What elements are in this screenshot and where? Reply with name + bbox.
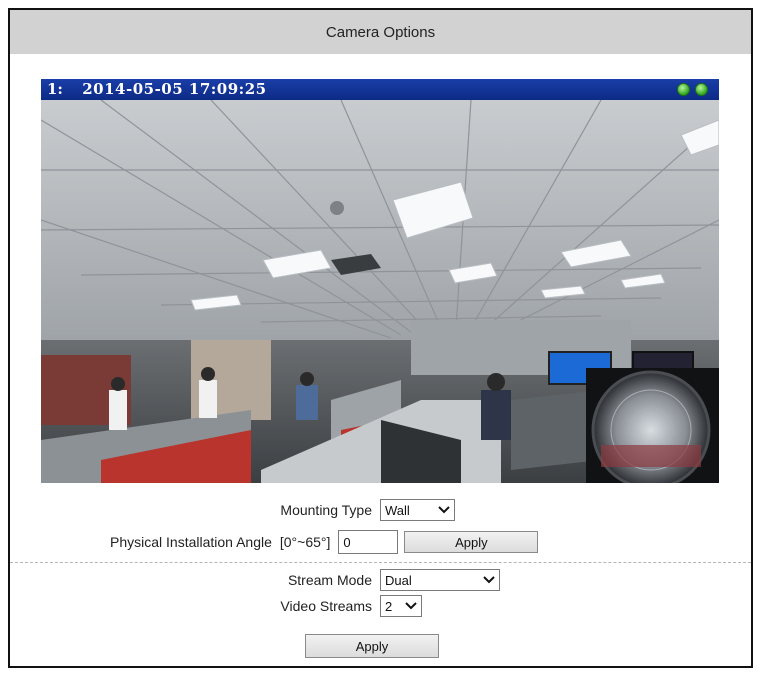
mounting-type-label: Mounting Type	[280, 502, 372, 518]
camera-options-panel: Camera Options 1: 2014-05-05 17:09:25 Mo…	[8, 8, 753, 668]
mounting-type-row: Mounting Type Wall	[250, 499, 455, 521]
video-streams-label: Video Streams	[280, 598, 372, 614]
chevron-down-icon	[405, 602, 417, 610]
video-streams-row: Video Streams 2	[250, 595, 422, 617]
video-streams-value: 2	[385, 598, 393, 614]
installation-angle-range: [0°~65°]	[279, 534, 331, 550]
chevron-down-icon	[483, 576, 495, 584]
channel-number: 1:	[47, 80, 63, 98]
installation-angle-input[interactable]	[338, 530, 399, 554]
installation-angle-row: Physical Installation Angle [0°~65°] App…	[110, 530, 539, 554]
stream-mode-row: Stream Mode Dual	[250, 569, 500, 591]
mounting-type-value: Wall	[385, 502, 410, 518]
chevron-down-icon	[438, 506, 450, 514]
video-viewer[interactable]: 1: 2014-05-05 17:09:25	[41, 79, 719, 483]
status-indicator-icon	[695, 83, 708, 96]
stream-mode-value: Dual	[385, 572, 412, 588]
apply-button[interactable]: Apply	[305, 634, 439, 658]
panel-title-bar: Camera Options	[10, 10, 751, 54]
installation-angle-label: Physical Installation Angle	[110, 534, 272, 550]
stream-mode-label: Stream Mode	[287, 572, 372, 588]
angle-apply-button[interactable]: Apply	[404, 531, 539, 553]
camera-feed-image	[41, 100, 719, 483]
video-timestamp: 2014-05-05 17:09:25	[82, 80, 267, 98]
video-streams-select[interactable]: 2	[380, 595, 422, 617]
section-divider	[10, 562, 751, 563]
panel-title: Camera Options	[325, 23, 436, 41]
video-osd-bar: 1: 2014-05-05 17:09:25	[41, 79, 719, 100]
status-indicator-icon	[677, 83, 690, 96]
mounting-type-select[interactable]: Wall	[380, 499, 455, 521]
stream-mode-select[interactable]: Dual	[380, 569, 500, 591]
